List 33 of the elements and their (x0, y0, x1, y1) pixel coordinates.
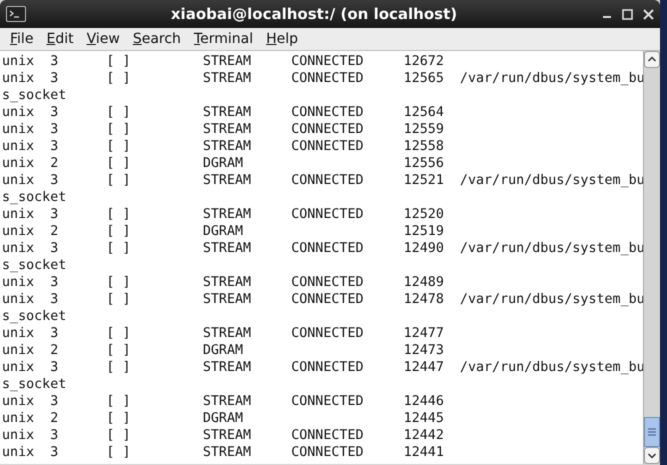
terminal-line: unix 2 [ ] DGRAM 12556 (2, 155, 444, 172)
menu-item[interactable]: Help (260, 31, 304, 47)
terminal-line: s_socket (2, 189, 66, 206)
scroll-down-icon[interactable] (644, 447, 660, 464)
terminal-line: s_socket (2, 257, 66, 274)
menu-item[interactable]: Search (126, 31, 187, 47)
terminal-line: unix 3 [ ] STREAM CONNECTED 12559 (2, 121, 444, 138)
terminal-line: unix 3 [ ] STREAM CONNECTED 12558 (2, 138, 444, 155)
terminal-line: s_socket (2, 376, 66, 393)
terminal-line: unix 3 [ ] STREAM CONNECTED 12446 (2, 393, 444, 410)
terminal-line: s_socket (2, 87, 66, 104)
terminal-line: unix 2 [ ] DGRAM 12473 (2, 342, 444, 359)
close-icon[interactable] (643, 8, 654, 20)
window-title: xiaobai@localhost:/ (on localhost) (170, 5, 458, 23)
terminal-line: unix 3 [ ] STREAM CONNECTED 12672 (2, 53, 444, 70)
terminal-line: unix 3 [ ] STREAM CONNECTED 12520 (2, 206, 444, 223)
menu-item[interactable]: Edit (40, 31, 80, 47)
terminal-line: unix 3 [ ] STREAM CONNECTED 12442 (2, 427, 444, 444)
menu-item[interactable]: View (80, 31, 126, 47)
terminal-line: unix 2 [ ] DGRAM 12519 (2, 223, 444, 240)
scrollbar[interactable] (643, 51, 660, 464)
terminal-line: unix 3 [ ] STREAM CONNECTED 12477 (2, 325, 444, 342)
terminal-line: unix 3 [ ] STREAM CONNECTED 12441 (2, 444, 444, 461)
menu-item[interactable]: Terminal (188, 31, 260, 47)
terminal-line: s_socket (2, 308, 66, 325)
maximize-icon[interactable] (622, 8, 633, 20)
terminal-line: unix 2 [ ] DGRAM 12445 (2, 410, 444, 427)
scroll-up-icon[interactable] (644, 51, 660, 68)
terminal-icon (6, 6, 26, 22)
terminal-line: unix 3 [ ] STREAM CONNECTED 12564 (2, 104, 444, 121)
terminal-line: unix 3 [ ] STREAM CONNECTED 12489 (2, 274, 444, 291)
scroll-thumb-icon[interactable] (644, 417, 660, 447)
menu-item[interactable]: File (4, 31, 40, 47)
